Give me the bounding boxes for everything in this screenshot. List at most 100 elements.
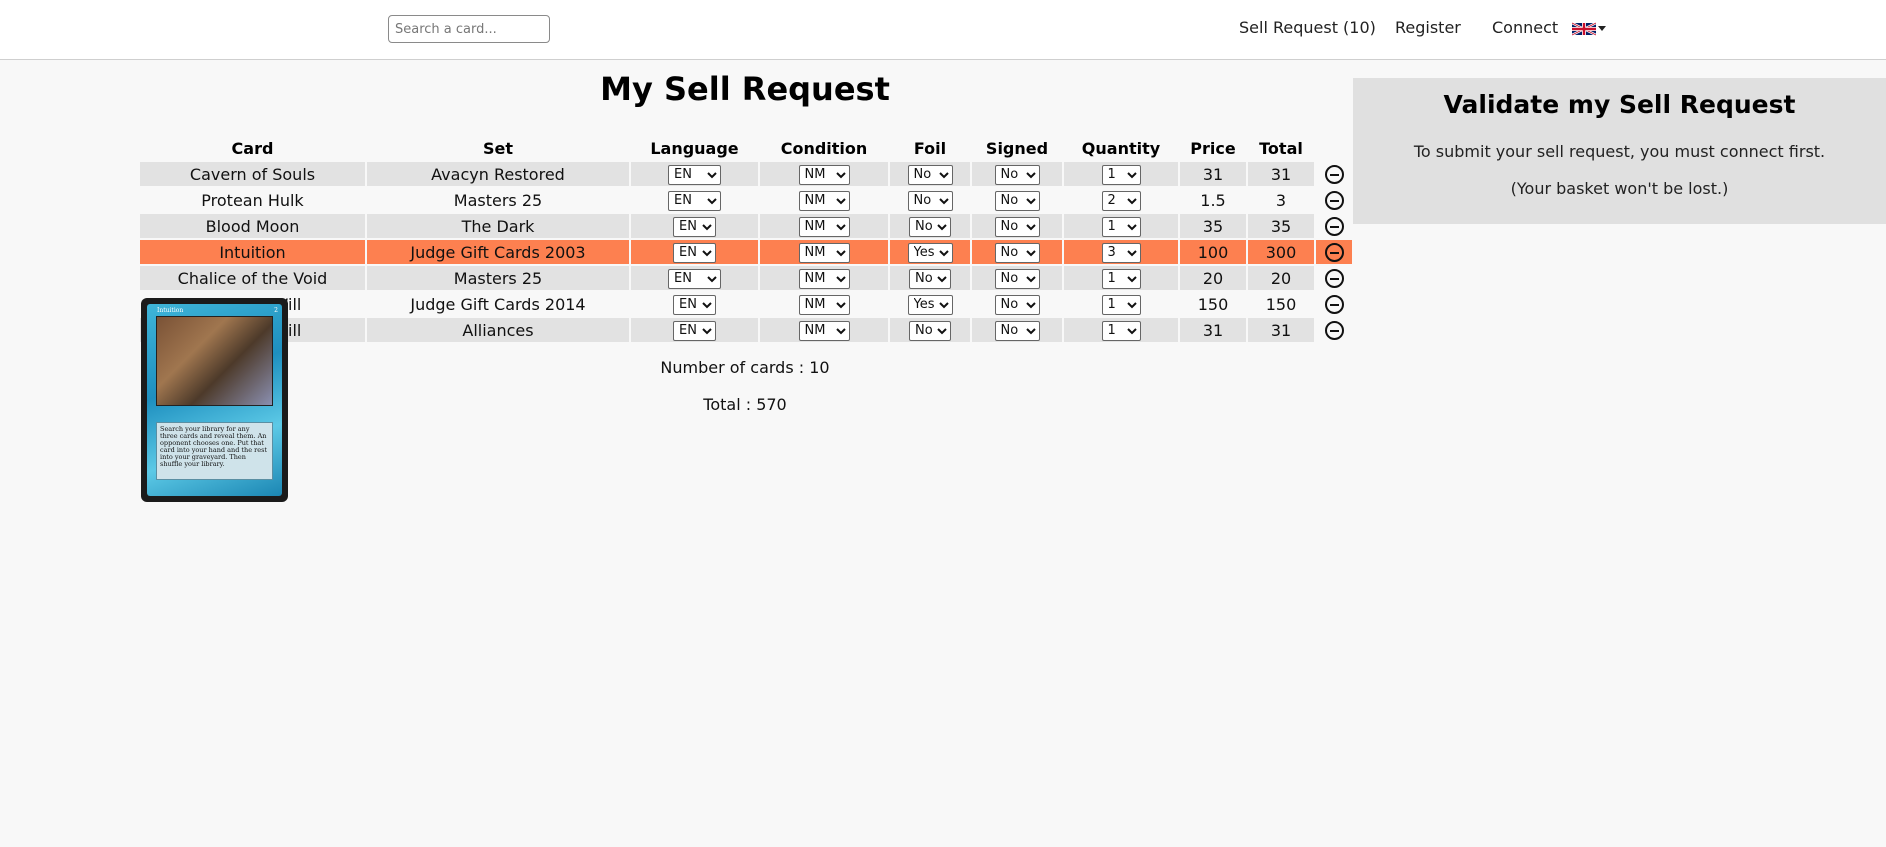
card-set: Avacyn Restored: [367, 162, 629, 186]
signed-select[interactable]: No: [994, 242, 1040, 263]
remove-row-icon[interactable]: [1324, 295, 1344, 314]
column-header-card: Card: [231, 138, 274, 158]
total-cell: 31: [1248, 162, 1314, 186]
foil-select[interactable]: No: [907, 190, 953, 211]
validate-message: To submit your sell request, you must co…: [1413, 142, 1826, 161]
card-name[interactable]: Protean Hulk: [140, 188, 365, 212]
nav-connect[interactable]: Connect: [1492, 18, 1558, 37]
remove-row-icon[interactable]: [1324, 191, 1344, 210]
grand-total: Total : 570: [703, 395, 787, 414]
nav-sell-request[interactable]: Sell Request (10): [1239, 18, 1376, 37]
column-header-remove: [1316, 136, 1352, 160]
table-row: Force of Will Judge Gift Cards 2014 EN N…: [140, 292, 1352, 316]
remove-row-icon[interactable]: [1324, 217, 1344, 236]
language-select[interactable]: EN: [668, 268, 721, 289]
card-name[interactable]: Cavern of Souls: [140, 162, 365, 186]
quantity-select[interactable]: 1: [1101, 164, 1141, 185]
top-bar: Sell Request (10) Register Connect: [0, 0, 1886, 60]
signed-select[interactable]: No: [994, 294, 1040, 315]
total-cell: 300: [1248, 240, 1314, 264]
validate-title: Validate my Sell Request: [1443, 90, 1796, 119]
condition-select[interactable]: NM: [798, 164, 850, 185]
card-name[interactable]: Intuition: [140, 240, 365, 264]
condition-select[interactable]: NM: [798, 190, 850, 211]
price-cell: 31: [1180, 162, 1246, 186]
quantity-select[interactable]: 1: [1101, 268, 1141, 289]
language-select[interactable]: EN: [673, 216, 716, 237]
condition-select[interactable]: NM: [798, 216, 850, 237]
nav-register[interactable]: Register: [1395, 18, 1461, 37]
quantity-select[interactable]: 1: [1101, 216, 1141, 237]
foil-select[interactable]: No: [909, 268, 951, 289]
foil-select[interactable]: Yes: [907, 294, 953, 315]
language-select[interactable]: EN: [668, 190, 721, 211]
signed-select[interactable]: No: [994, 164, 1040, 185]
column-header-signed: Signed: [985, 138, 1049, 158]
quantity-select[interactable]: 2: [1101, 190, 1141, 211]
foil-select[interactable]: No: [909, 216, 951, 237]
signed-select[interactable]: No: [994, 320, 1040, 341]
column-header-price: Price: [1190, 138, 1236, 158]
search-input[interactable]: [388, 15, 550, 43]
card-name[interactable]: Blood Moon: [140, 214, 365, 238]
card-set: Masters 25: [367, 188, 629, 212]
remove-row-icon[interactable]: [1324, 165, 1344, 184]
condition-select[interactable]: NM: [798, 268, 850, 289]
price-cell: 150: [1180, 292, 1246, 316]
table-row: Chalice of the Void Masters 25 EN NM No …: [140, 266, 1352, 290]
table-row: Force of Will Alliances EN NM No No 1 31…: [140, 318, 1352, 342]
condition-select[interactable]: NM: [798, 242, 850, 263]
quantity-select[interactable]: 1: [1101, 294, 1141, 315]
quantity-select[interactable]: 3: [1101, 242, 1141, 263]
price-cell: 1.5: [1180, 188, 1246, 212]
remove-row-icon[interactable]: [1324, 269, 1344, 288]
column-header-foil: Foil: [913, 138, 947, 158]
card-set: Judge Gift Cards 2003: [367, 240, 629, 264]
table-row: Cavern of Souls Avacyn Restored EN NM No…: [140, 162, 1352, 186]
validate-note: (Your basket won't be lost.): [1510, 179, 1729, 198]
card-set: Alliances: [367, 318, 629, 342]
card-name[interactable]: Chalice of the Void: [140, 266, 365, 290]
total-cell: 35: [1248, 214, 1314, 238]
column-header-condition: Condition: [780, 138, 868, 158]
signed-select[interactable]: No: [994, 190, 1040, 211]
chevron-down-icon[interactable]: [1598, 26, 1606, 31]
table-header: Card Set Language Condition Foil Signed …: [140, 136, 1352, 160]
price-cell: 31: [1180, 318, 1246, 342]
sell-request-table: Card Set Language Condition Foil Signed …: [138, 134, 1354, 344]
card-set: Judge Gift Cards 2014: [367, 292, 629, 316]
card-set: The Dark: [367, 214, 629, 238]
total-cell: 31: [1248, 318, 1314, 342]
foil-select[interactable]: Yes: [907, 242, 953, 263]
number-of-cards: Number of cards : 10: [660, 358, 830, 377]
card-preview-image: Intuition 2 Search your library for any …: [141, 298, 288, 502]
total-cell: 20: [1248, 266, 1314, 290]
quantity-select[interactable]: 1: [1101, 320, 1141, 341]
foil-select[interactable]: No: [907, 164, 953, 185]
table-row-highlighted: Intuition Judge Gift Cards 2003 EN NM Ye…: [140, 240, 1352, 264]
condition-select[interactable]: NM: [798, 320, 850, 341]
uk-flag-icon[interactable]: [1572, 22, 1596, 36]
total-cell: 3: [1248, 188, 1314, 212]
foil-select[interactable]: No: [909, 320, 951, 341]
condition-select[interactable]: NM: [798, 294, 850, 315]
column-header-language: Language: [650, 138, 739, 158]
language-select[interactable]: EN: [673, 294, 716, 315]
remove-row-icon[interactable]: [1324, 243, 1344, 262]
signed-select[interactable]: No: [994, 268, 1040, 289]
card-preview-cost: 2: [274, 307, 278, 314]
card-preview-name: Intuition: [157, 307, 184, 314]
price-cell: 20: [1180, 266, 1246, 290]
validate-panel: Validate my Sell Request To submit your …: [1353, 78, 1886, 224]
language-select[interactable]: EN: [673, 242, 716, 263]
language-select[interactable]: EN: [668, 164, 721, 185]
table-row: Protean Hulk Masters 25 EN NM No No 2 1.…: [140, 188, 1352, 212]
column-header-total: Total: [1259, 138, 1303, 158]
card-art: [156, 316, 273, 406]
page-title: My Sell Request: [600, 70, 890, 108]
card-set: Masters 25: [367, 266, 629, 290]
remove-row-icon[interactable]: [1324, 321, 1344, 340]
language-select[interactable]: EN: [673, 320, 716, 341]
signed-select[interactable]: No: [994, 216, 1040, 237]
total-cell: 150: [1248, 292, 1314, 316]
